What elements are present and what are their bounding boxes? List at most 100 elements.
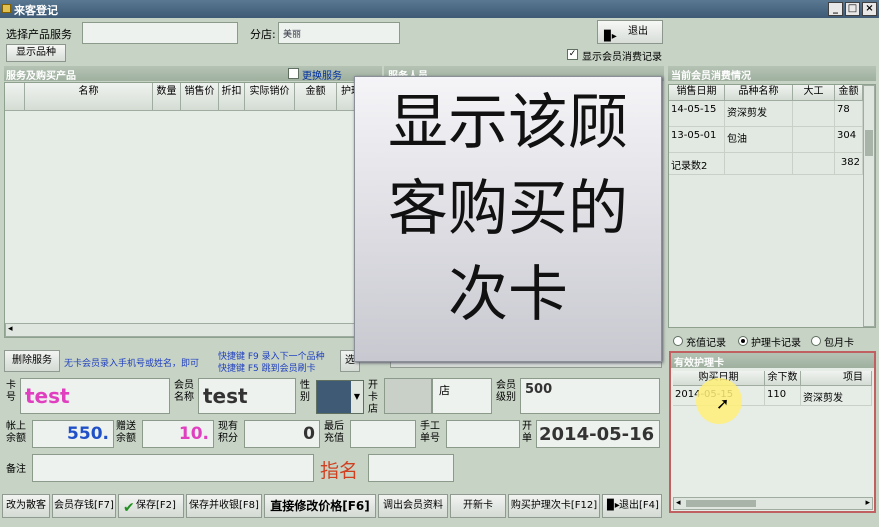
col-amount: 金额 — [295, 83, 337, 111]
replace-service-checkbox[interactable] — [288, 68, 299, 79]
record-total: 382 — [835, 153, 863, 175]
close-button[interactable]: × — [862, 2, 877, 16]
col-name: 名称 — [25, 83, 153, 111]
service-grid-hscroll[interactable]: ◂ — [5, 323, 381, 337]
recharge-records-radio[interactable] — [673, 336, 683, 346]
branch-label: 分店: — [250, 28, 276, 41]
open-branch-label: 开卡店 — [368, 380, 378, 415]
table-row[interactable]: 14-05-15 资深剪发 78 西 — [669, 101, 873, 127]
replace-service-label: 更换服务 — [302, 71, 342, 82]
manual-no-input[interactable] — [446, 420, 520, 448]
care-card-records-radio[interactable] — [738, 336, 748, 346]
member-deposit-button[interactable]: 会员存钱[F7] — [52, 494, 116, 518]
care-card-panel-title: 有效护理卡 — [674, 358, 724, 369]
service-grid[interactable]: 名称 数量 销售价 折扣 实际销价 金额 护理 ◂ — [4, 82, 383, 338]
open-date-label: 开单 — [522, 421, 532, 444]
overlay-line-1: 显示该顾 — [388, 88, 628, 158]
member-level-label: 会员级别 — [496, 380, 516, 403]
last-recharge-label: 最后充值 — [324, 421, 344, 444]
exit-door-icon: ▉▸ — [607, 500, 620, 511]
member-consumption-grid[interactable]: 销售日期 品种名称 大工 金额 14-05-15 资深剪发 78 西 13-05… — [668, 84, 876, 328]
save-button[interactable]: ✔ 保存[F2] — [118, 494, 184, 518]
window-title: 来客登记 — [14, 4, 58, 17]
exit-f4-button[interactable]: ▉▸ 退出[F4] — [602, 494, 662, 518]
col-remaining: 余下数 — [765, 371, 801, 386]
open-branch-input[interactable] — [384, 378, 432, 414]
member-name-label: 会员名称 — [174, 380, 194, 403]
member-name-input[interactable]: test — [198, 378, 296, 414]
gender-select[interactable]: ▼ — [316, 380, 364, 414]
exit-top-button[interactable]: ▉▸ 退出 — [597, 20, 663, 44]
designate-label: 指名 — [320, 460, 359, 482]
show-product-button[interactable]: 显示品种 — [6, 44, 66, 62]
open-new-card-button[interactable]: 开新卡 — [450, 494, 506, 518]
manual-no-label: 手工单号 — [420, 421, 440, 444]
mouse-pointer-icon: ➚ — [716, 394, 730, 413]
delete-service-button[interactable]: 删除服务 — [4, 350, 60, 372]
scroll-right-icon[interactable]: ▸ — [865, 498, 870, 508]
table-row-summary: 记录数2 382 — [669, 153, 863, 175]
col-sale-date: 销售日期 — [669, 85, 725, 101]
remark-label: 备注 — [6, 464, 26, 475]
care-card-panel-header: 有效护理卡 — [671, 353, 874, 369]
balance-field[interactable]: 550. — [32, 420, 114, 448]
monthly-card-label: 包月卡 — [824, 338, 854, 349]
app-icon — [2, 4, 11, 13]
gift-balance-field[interactable]: 10. — [142, 420, 214, 448]
col-price: 销售价 — [181, 83, 219, 111]
member-panel-header: 当前会员消费情况 — [668, 66, 876, 82]
change-to-walkin-button[interactable]: 改为散客 — [2, 494, 50, 518]
col-member-amount: 金额 — [835, 85, 863, 101]
care-card-panel: 有效护理卡 购买日期 余下数 项目 2014-05-15 110 资深剪发 ◂ … — [669, 351, 876, 513]
annotation-overlay: 显示该顾 客购买的 次卡 — [354, 76, 662, 362]
buy-care-card-button[interactable]: 购买护理次卡[F12] — [508, 494, 600, 518]
minimize-button[interactable]: _ — [828, 2, 843, 16]
record-count: 记录数2 — [669, 153, 725, 175]
last-recharge-field[interactable] — [350, 420, 416, 448]
check-icon: ✔ — [123, 500, 135, 516]
save-button-label: 保存[F2] — [136, 500, 176, 511]
chevron-down-icon[interactable]: ▼ — [351, 381, 363, 413]
designate-input[interactable] — [368, 454, 454, 482]
hint-f5: 快捷键 F5 跳到会员刷卡 — [218, 364, 316, 374]
member-grid-vscroll[interactable] — [863, 85, 875, 327]
scroll-left-icon[interactable]: ◂ — [8, 324, 13, 334]
member-panel-title: 当前会员消费情况 — [671, 71, 751, 82]
recharge-records-label: 充值记录 — [686, 338, 726, 349]
card-no-label: 卡号 — [6, 380, 16, 403]
remark-input[interactable] — [32, 454, 314, 482]
window-titlebar: 来客登记 _ □ × — [0, 0, 879, 18]
open-date-field[interactable]: 2014-05-16 — [536, 420, 660, 448]
show-member-records-label: 显示会员消费记录 — [582, 52, 662, 63]
select-product-label: 选择产品服务 — [6, 28, 72, 41]
modify-price-button[interactable]: 直接修改价格[F6] — [264, 494, 376, 518]
show-member-records-checkbox[interactable]: ✓ — [567, 49, 578, 60]
exit-door-icon: ▉▸ — [604, 31, 617, 42]
col-worker: 大工 — [793, 85, 835, 101]
maximize-button[interactable]: □ — [845, 2, 860, 16]
col-actual-price: 实际销价 — [245, 83, 295, 111]
points-field[interactable]: 0 — [244, 420, 320, 448]
col-item: 项目 — [801, 371, 872, 386]
branch-name-field[interactable]: 店 — [432, 378, 492, 414]
exit-top-label: 退出 — [628, 26, 648, 37]
save-and-checkout-button[interactable]: 保存并收银[F8] — [186, 494, 262, 518]
col-qty: 数量 — [153, 83, 181, 111]
balance-label: 帐上余额 — [6, 421, 26, 444]
scroll-thumb[interactable] — [686, 500, 756, 507]
overlay-line-2: 客购买的 — [388, 174, 628, 244]
col-discount: 折扣 — [219, 83, 245, 111]
col-product-name: 品种名称 — [725, 85, 793, 101]
branch-input[interactable]: 美丽 — [278, 22, 400, 44]
card-no-input[interactable]: test — [20, 378, 170, 414]
hint-no-card: 无卡会员录入手机号或姓名，即可 — [64, 359, 200, 369]
select-product-input[interactable] — [82, 22, 238, 44]
load-member-button[interactable]: 调出会员资料 — [378, 494, 448, 518]
scroll-left-icon[interactable]: ◂ — [676, 498, 681, 508]
care-card-hscroll[interactable]: ◂ ▸ — [673, 497, 873, 510]
member-level-field[interactable]: 500 — [520, 378, 660, 414]
care-card-records-label: 护理卡记录 — [751, 338, 801, 349]
monthly-card-radio[interactable] — [811, 336, 821, 346]
table-row[interactable]: 13-05-01 包油 304 西 — [669, 127, 873, 153]
scroll-thumb[interactable] — [865, 130, 873, 156]
